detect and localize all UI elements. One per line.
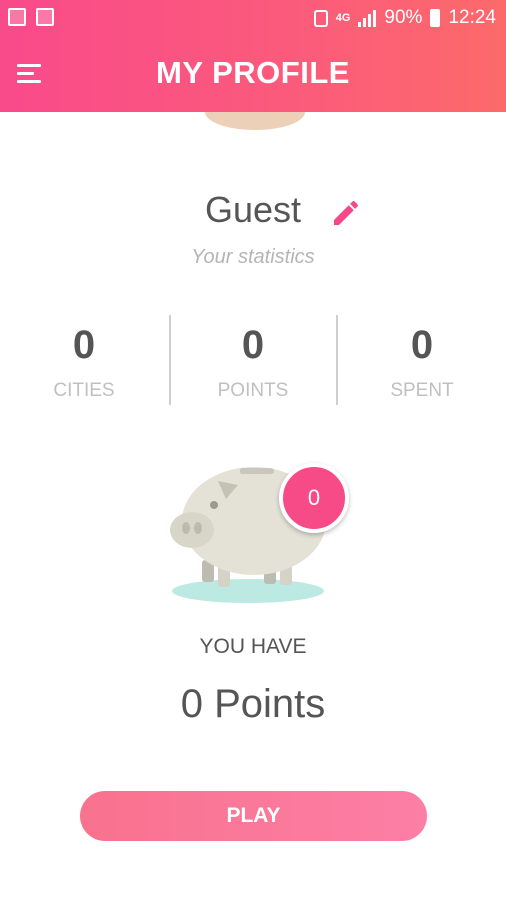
points-total: 0 Points: [180, 682, 326, 726]
statistics-subtitle: Your statistics: [191, 246, 315, 268]
clock: 12:24: [448, 7, 496, 28]
profile-name: Guest: [204, 189, 302, 230]
stat-value: 0: [410, 323, 434, 367]
page-title: MY PROFILE: [156, 55, 350, 90]
stat-label: POINTS: [217, 380, 289, 401]
battery-percent: 90%: [384, 7, 423, 28]
message-notification-icon: [36, 8, 54, 26]
status-bar: 4G 90% 12:24: [0, 0, 506, 36]
stat-label: CITIES: [53, 380, 115, 401]
you-have-label: YOU HAVE: [199, 635, 307, 658]
points-badge: 0: [279, 463, 349, 533]
signal-icon: [358, 9, 377, 27]
stat-spent: 0 SPENT: [338, 315, 506, 402]
stat-points: 0 POINTS: [169, 315, 337, 402]
app-header: 4G 90% 12:24 MY PROFILE: [0, 0, 506, 112]
pencil-icon[interactable]: [330, 197, 362, 229]
stats-panel: 0 CITIES 0 POINTS 0 SPENT: [0, 315, 506, 405]
play-button[interactable]: PLAY: [80, 791, 427, 841]
battery-icon: [430, 9, 441, 27]
stat-cities: 0 CITIES: [0, 315, 168, 402]
network-type: 4G: [335, 12, 351, 24]
stat-value: 0: [241, 323, 265, 367]
gallery-notification-icon: [8, 8, 26, 26]
lock-icon: [313, 9, 328, 27]
avatar[interactable]: [205, 112, 305, 130]
stat-label: SPENT: [390, 380, 454, 401]
stat-value: 0: [72, 323, 96, 367]
